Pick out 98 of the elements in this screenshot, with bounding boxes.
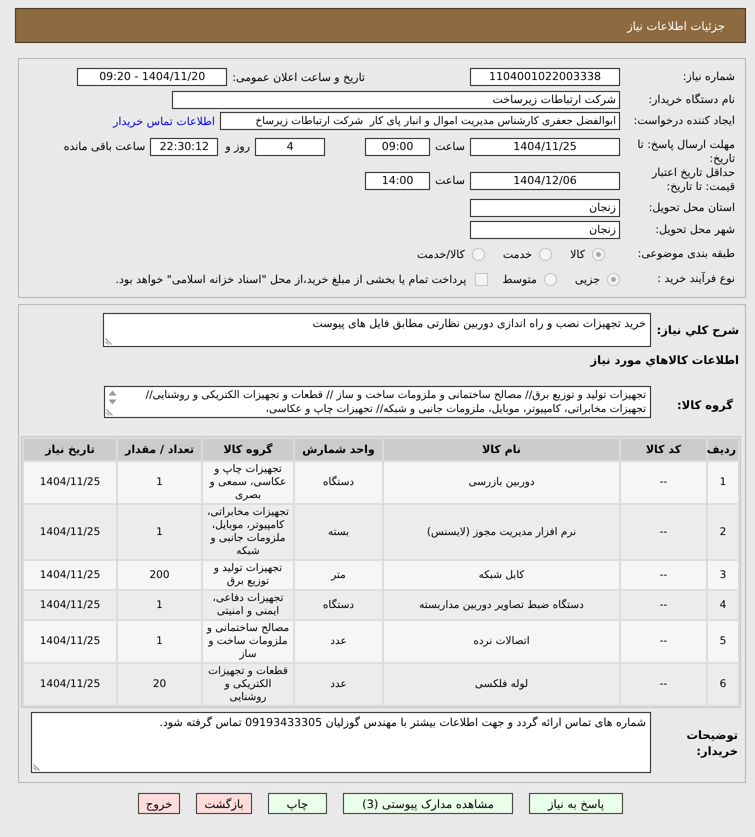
buyer-contact-link[interactable]: اطلاعات تماس خریدار xyxy=(113,114,215,128)
table-cell: تجهیزات چاپ و عکاسی، سمعی و بصری xyxy=(203,462,293,503)
table-cell: بسته xyxy=(295,505,382,559)
field-text: تجهیزات تولید و توزیع برق// مصالح ساختمانی و ملزومات ساخت و ساز // قطعات و تجهیزات الکتریکی و روشنایی// تجهیزات مخابراتی، کامپیوتر، موبایل، ملزومات جانبی و شبکه// تجهیزات چاپ و عکاسی، xyxy=(144,388,647,417)
scroll-down-icon[interactable] xyxy=(108,399,117,405)
table-cell: 1404/11/25 xyxy=(24,462,116,503)
field-label: حداقل تاریخ اعتبار قیمت: تا تاریخ: xyxy=(650,166,735,194)
table-cell: 6 xyxy=(708,664,738,705)
column-header: گروه کالا xyxy=(203,439,293,460)
scroll-up-icon[interactable] xyxy=(108,390,117,396)
field-label: شرح کلي نياز: xyxy=(656,323,739,337)
table-cell: 20 xyxy=(118,664,201,705)
table-cell: 3 xyxy=(708,561,738,589)
column-header: نام کالا xyxy=(384,439,619,460)
field-label: گروه کالا: xyxy=(676,398,734,412)
table-cell: متر xyxy=(295,561,382,589)
table-cell: مصالح ساختمانی و ملزومات ساخت و ساز xyxy=(203,621,293,662)
field-label: ساعت xyxy=(435,173,465,189)
table-cell: تجهیزات تولید و توزیع برق xyxy=(203,561,293,589)
action-button[interactable]: مشاهده مدارک پیوستی (3) xyxy=(343,793,513,814)
text-field[interactable]: شرکت ارتباطات زیرساخت xyxy=(172,91,620,109)
table-cell: 1 xyxy=(708,462,738,503)
table-cell: 1 xyxy=(118,462,201,503)
table-cell: اتصالات نرده xyxy=(384,621,619,662)
text-field[interactable]: 22:30:12 xyxy=(150,138,218,156)
text-field[interactable]: 09:00 xyxy=(365,138,430,156)
field-label: ایجاد کننده درخواست: xyxy=(632,114,735,128)
text-field[interactable]: 1404/11/25 xyxy=(470,138,620,156)
table-cell: 200 xyxy=(118,561,201,589)
table-cell: 5 xyxy=(708,621,738,662)
table-cell: 1404/11/25 xyxy=(24,561,116,589)
table-cell: عدد xyxy=(295,621,382,662)
table-cell: دستگاه xyxy=(295,591,382,619)
table-cell: -- xyxy=(621,621,706,662)
resize-grip-icon[interactable] xyxy=(105,337,113,345)
text-field[interactable]: 1404/12/06 xyxy=(470,172,620,190)
table-cell: کابل شبکه xyxy=(384,561,619,589)
text-field[interactable]: 1104001022003338 xyxy=(470,68,620,86)
field-label: توضیحات خریدار: xyxy=(686,726,738,758)
page-title: جزئیات اطلاعات نیاز xyxy=(627,18,725,32)
field-label: شهر محل تحویل: xyxy=(654,223,735,237)
field-label: مهلت ارسال پاسخ: تا تاریخ: xyxy=(636,138,735,166)
action-button[interactable]: خروج xyxy=(138,793,180,814)
table-cell: 1404/11/25 xyxy=(24,505,116,559)
table-cell: 1 xyxy=(118,505,201,559)
table-cell: لوله فلکسی xyxy=(384,664,619,705)
text-field[interactable]: زنجان xyxy=(470,199,620,217)
goods-group-field[interactable]: تجهیزات تولید و توزیع برق// مصالح ساختمانی و ملزومات ساخت و ساز // قطعات و تجهیزات الکتریکی و روشنایی// تجهیزات مخابراتی، کامپیوتر، موبایل، ملزومات جانبی و شبکه// تجهیزات چاپ و عکاسی، xyxy=(104,386,651,418)
action-button[interactable]: پاسخ به نیاز xyxy=(528,793,624,814)
table-cell: 1 xyxy=(118,621,201,662)
text-field[interactable]: زنجان xyxy=(470,221,620,239)
field-label: تاریخ و ساعت اعلان عمومی: xyxy=(232,70,365,84)
text-field[interactable]: 14:00 xyxy=(365,172,430,190)
table-cell: -- xyxy=(621,561,706,589)
table-cell: دوربین بازرسی xyxy=(384,462,619,503)
column-header: ردیف xyxy=(708,439,738,460)
buyer-notes-field[interactable]: شماره های تماس ارائه گردد و جهت اطلاعات بیشتر با مهندس گوزلیان 09193433305 تماس گرفته شود. xyxy=(31,712,651,773)
column-header: تعداد / مقدار xyxy=(118,439,201,460)
text-field[interactable]: 4 xyxy=(255,138,326,156)
table-cell: 1404/11/25 xyxy=(24,591,116,619)
table-cell: 4 xyxy=(708,591,738,619)
column-header: واحد شمارش xyxy=(295,439,382,460)
field-label: شماره نیاز: xyxy=(682,70,735,84)
table-cell: 1404/11/25 xyxy=(24,664,116,705)
description-field[interactable]: خرید تجهیزات نصب و راه اندازی دوربین نظارتی مطابق فایل های پیوست xyxy=(103,313,651,347)
table-cell: -- xyxy=(621,664,706,705)
table-cell: نرم افزار مدیریت مجوز (لایسنس) xyxy=(384,505,619,559)
table-cell: تجهیزات دفاعی، ایمنی و امنیتی xyxy=(203,591,293,619)
section-heading: اطلاعات کالاهاي مورد نياز xyxy=(590,352,739,368)
table-cell: عدد xyxy=(295,664,382,705)
table-cell: دستگاه ضبط تصاویر دوربین مداربسته xyxy=(384,591,619,619)
field-label: ساعت باقی مانده xyxy=(64,139,146,155)
table-cell: 1404/11/25 xyxy=(24,621,116,662)
field-label: روز و xyxy=(225,139,250,155)
table-cell: -- xyxy=(621,591,706,619)
field-text: خرید تجهیزات نصب و راه اندازی دوربین نظارتی مطابق فایل های پیوست xyxy=(311,316,647,332)
action-button[interactable]: بازگشت xyxy=(196,793,252,814)
table-cell: 1 xyxy=(118,591,201,619)
table-cell: -- xyxy=(621,462,706,503)
table-cell: قطعات و تجهیزات الکتریکی و روشنایی xyxy=(203,664,293,705)
column-header: تاریخ نیاز xyxy=(24,439,116,460)
table-cell: دستگاه xyxy=(295,462,382,503)
field-label: طبقه بندی موضوعی: xyxy=(636,247,735,261)
field-text: شماره های تماس ارائه گردد و جهت اطلاعات بیشتر با مهندس گوزلیان 09193433305 تماس گرفته شود. xyxy=(158,715,647,731)
table-cell: تجهیزات مخابراتی، کامپیوتر، موبایل، ملزومات جانبی و شبکه xyxy=(203,505,293,559)
resize-grip-icon[interactable] xyxy=(33,763,41,771)
action-button[interactable]: چاپ xyxy=(268,793,328,814)
resize-grip-icon[interactable] xyxy=(106,408,114,416)
field-label: پرداخت تمام یا بخشی از مبلغ خرید،از محل "اسناد خزانه اسلامی" خواهد بود. xyxy=(116,272,466,286)
column-header: کد کالا xyxy=(621,439,706,460)
text-field[interactable]: 1404/11/20 - 09:20 xyxy=(77,68,228,86)
field-label: نام دستگاه خریدار: xyxy=(647,93,735,107)
text-field[interactable]: ابوالفضل جعفری کارشناس مدیریت اموال و انبار پای کار شرکت ارتباطات زیرساخ xyxy=(220,112,620,130)
field-label: نوع فرآیند خرید : xyxy=(656,272,735,286)
table-cell: 2 xyxy=(708,505,738,559)
field-label: استان محل تحویل: xyxy=(648,201,735,215)
table-cell: -- xyxy=(621,505,706,559)
field-label: ساعت xyxy=(435,139,465,155)
